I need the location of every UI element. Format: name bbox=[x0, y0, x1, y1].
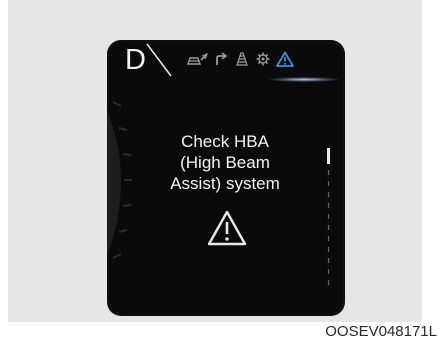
message-scroll-indicator bbox=[327, 148, 330, 288]
settings-gear-icon bbox=[255, 51, 271, 67]
figure-caption: OOSEV048171L bbox=[325, 323, 437, 340]
warning-message: Check HBA (High Beam Assist) system bbox=[152, 131, 298, 194]
turn-arrow-icon bbox=[213, 51, 229, 67]
message-line-1: Check HBA bbox=[181, 132, 269, 151]
message-line-2: (High Beam bbox=[180, 153, 270, 172]
warning-triangle-icon bbox=[275, 51, 295, 67]
large-warning-icon bbox=[206, 209, 248, 252]
message-line-3: Assist) system bbox=[170, 174, 280, 193]
instrument-cluster-display: D Check HBA (High Beam Assist) system bbox=[107, 40, 345, 316]
lane-assist-icon bbox=[233, 51, 251, 67]
active-indicator-glow bbox=[269, 77, 339, 82]
drive-mode-icon bbox=[186, 51, 208, 67]
